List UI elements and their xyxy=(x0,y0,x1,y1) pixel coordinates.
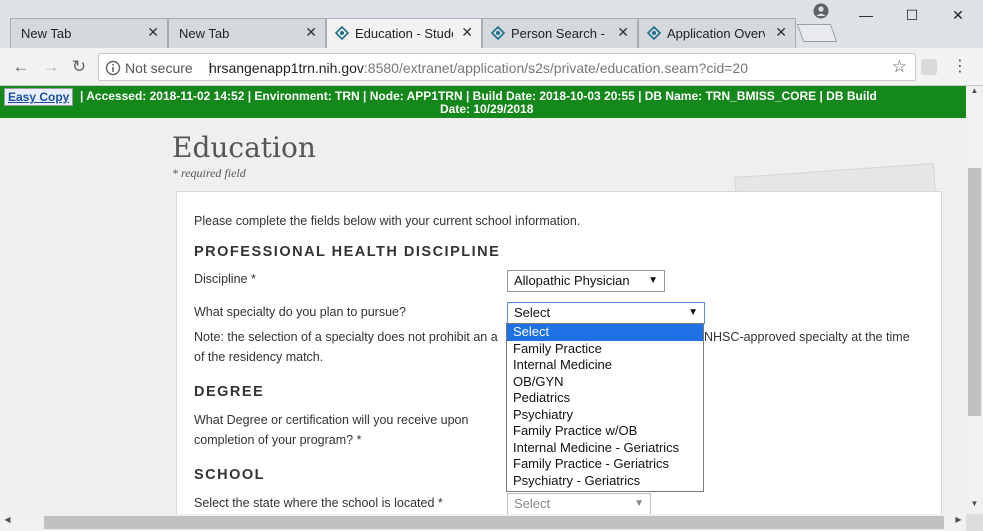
browser-toolbar: ← → ↻ Not secure hrsangenapp1trn.nih.gov… xyxy=(0,48,983,86)
profile-icon[interactable] xyxy=(813,3,829,19)
required-field-note: * required field xyxy=(172,166,246,180)
discipline-label: Discipline * xyxy=(194,272,256,286)
page-content: Education * required field Please comple… xyxy=(0,118,966,514)
state-select[interactable]: Select ▼ xyxy=(507,493,651,514)
specialty-note-line2: of the residency match. xyxy=(194,350,324,364)
hrsa-logo-icon xyxy=(491,26,505,40)
tab-title: Application Overv xyxy=(667,26,765,41)
specialty-dropdown-list[interactable]: Select Family Practice Internal Medicine OB… xyxy=(506,323,704,492)
browser-titlebar: New Tab ✕ New Tab ✕ Education - Studer ✕… xyxy=(0,0,983,48)
tab-title: Person Search - BI xyxy=(511,26,609,41)
scroll-left-arrow-icon[interactable]: ◀ xyxy=(0,515,15,530)
environment-info-date: Date: 10/29/2018 xyxy=(440,102,534,116)
horizontal-scrollbar[interactable]: ◀ ▶ xyxy=(0,514,966,531)
reload-button[interactable]: ↻ xyxy=(66,54,92,80)
specialty-option[interactable]: Family Practice w/OB xyxy=(507,423,703,440)
close-icon[interactable]: ✕ xyxy=(147,24,159,41)
specialty-option[interactable]: Internal Medicine - Geriatrics xyxy=(507,440,703,457)
hrsa-logo-icon xyxy=(335,26,349,40)
specialty-option[interactable]: Psychiatry - Geriatrics xyxy=(507,473,703,490)
info-icon[interactable] xyxy=(105,60,121,76)
scroll-right-arrow-icon[interactable]: ▶ xyxy=(951,515,966,530)
close-icon[interactable]: ✕ xyxy=(775,24,787,41)
environment-banner: Easy Copy | Accessed: 2018-11-02 14:52 |… xyxy=(0,86,966,118)
vertical-scroll-thumb[interactable] xyxy=(968,168,981,416)
specialty-option[interactable]: Internal Medicine xyxy=(507,357,703,374)
specialty-value: Select xyxy=(514,305,551,320)
close-icon[interactable]: ✕ xyxy=(305,24,317,41)
menu-icon[interactable]: ⋮ xyxy=(952,56,968,76)
forward-button[interactable]: → xyxy=(38,54,64,80)
specialty-option[interactable]: Pediatrics xyxy=(507,390,703,407)
chevron-down-icon: ▼ xyxy=(648,275,658,286)
tab-title: Education - Studer xyxy=(355,26,453,41)
horizontal-scroll-thumb[interactable] xyxy=(44,516,944,529)
maximize-button[interactable]: ☐ xyxy=(889,0,935,30)
specialty-note-line1-end: NHSC-approved specialty at the time xyxy=(704,330,910,344)
tab-education[interactable]: Education - Studer ✕ xyxy=(326,18,482,48)
close-icon[interactable]: ✕ xyxy=(617,24,629,41)
extension-icon[interactable] xyxy=(921,59,937,75)
url-path: :8580/extranet/application/s2s/private/e… xyxy=(363,60,748,76)
discipline-select[interactable]: Allopathic Physician ▼ xyxy=(507,270,665,292)
scroll-up-arrow-icon[interactable]: ▲ xyxy=(966,86,983,101)
minimize-button[interactable]: — xyxy=(843,0,889,30)
degree-label-line1: What Degree or certification will you re… xyxy=(194,413,469,427)
specialty-select[interactable]: Select ▼ xyxy=(507,302,705,324)
easy-copy-link[interactable]: Easy Copy xyxy=(4,88,74,106)
tab-new-tab-2[interactable]: New Tab ✕ xyxy=(168,18,326,48)
specialty-option[interactable]: Psychiatry xyxy=(507,407,703,424)
security-label: Not secure xyxy=(125,60,193,76)
address-bar[interactable]: Not secure hrsangenapp1trn.nih.gov:8580/… xyxy=(98,53,916,81)
tab-title: New Tab xyxy=(179,26,230,41)
page-title: Education xyxy=(172,131,316,164)
close-icon[interactable]: ✕ xyxy=(461,24,473,41)
specialty-option[interactable]: OB/GYN xyxy=(507,374,703,391)
chevron-down-icon: ▼ xyxy=(634,498,644,509)
url-text[interactable]: hrsangenapp1trn.nih.gov:8580/extranet/ap… xyxy=(209,60,748,76)
environment-info: | Accessed: 2018-11-02 14:52 | Environme… xyxy=(80,89,877,103)
specialty-note-line1: Note: the selection of a specialty does … xyxy=(194,330,498,344)
chevron-down-icon: ▼ xyxy=(688,307,698,318)
tab-application-overview[interactable]: Application Overv ✕ xyxy=(638,18,796,48)
state-value: Select xyxy=(514,496,551,511)
state-label: Select the state where the school is loc… xyxy=(194,496,443,510)
hrsa-logo-icon xyxy=(647,26,661,40)
tab-person-search[interactable]: Person Search - BI ✕ xyxy=(482,18,638,48)
back-button[interactable]: ← xyxy=(8,54,34,80)
tab-title: New Tab xyxy=(21,26,72,41)
new-tab-button[interactable] xyxy=(796,24,838,42)
specialty-label: What specialty do you plan to pursue? xyxy=(194,305,406,319)
vertical-scrollbar[interactable]: ▲ ▼ xyxy=(966,86,983,514)
discipline-value: Allopathic Physician xyxy=(514,273,630,288)
degree-label-line2: completion of your program? * xyxy=(194,433,362,447)
section-degree: DEGREE xyxy=(194,384,265,400)
scroll-down-arrow-icon[interactable]: ▼ xyxy=(966,499,983,514)
specialty-option[interactable]: Family Practice xyxy=(507,341,703,358)
specialty-option[interactable]: Family Practice - Geriatrics xyxy=(507,456,703,473)
bookmark-star-icon[interactable]: ☆ xyxy=(892,57,907,77)
url-host: hrsangenapp1trn.nih.gov xyxy=(209,60,364,76)
section-professional-health-discipline: PROFESSIONAL HEALTH DISCIPLINE xyxy=(194,244,501,260)
tab-new-tab-1[interactable]: New Tab ✕ xyxy=(10,18,168,48)
section-school: SCHOOL xyxy=(194,467,266,483)
intro-text: Please complete the fields below with yo… xyxy=(194,214,581,228)
scrollbar-corner xyxy=(966,514,983,531)
specialty-option[interactable]: Select xyxy=(507,324,703,341)
close-window-button[interactable]: ✕ xyxy=(935,0,981,30)
